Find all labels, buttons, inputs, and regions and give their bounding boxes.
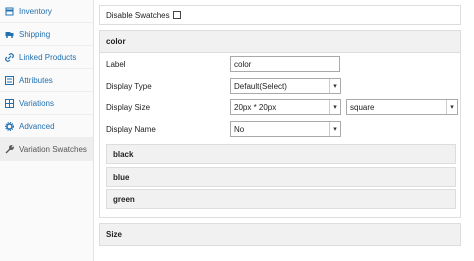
display-name-label: Display Name <box>106 124 156 134</box>
sidebar-item-label: Shipping <box>19 29 51 39</box>
display-size-label: Display Size <box>106 102 151 112</box>
attribute-panel-color: color Label color Display Type Default(S… <box>99 30 461 218</box>
display-shape-value: square <box>350 102 375 112</box>
sidebar-item-label: Attributes <box>19 75 53 85</box>
display-size-select[interactable]: 20px * 20px ▾ <box>230 99 341 115</box>
term-name: blue <box>113 172 130 182</box>
sidebar-item-label: Variation Swatches <box>19 144 87 154</box>
product-data-tabs: Inventory Shipping Linked Products Attri… <box>0 0 94 261</box>
term-name: black <box>113 149 134 159</box>
display-type-select[interactable]: Default(Select) ▾ <box>230 78 341 94</box>
list-icon <box>5 75 14 85</box>
sidebar-item-linked-products[interactable]: Linked Products <box>0 46 93 69</box>
attribute-panel-size[interactable]: Size <box>99 223 461 246</box>
disable-swatches-checkbox[interactable] <box>172 11 181 19</box>
disable-swatches-row: Disable Swatches <box>99 5 461 25</box>
sidebar-item-shipping[interactable]: Shipping <box>0 23 93 46</box>
link-icon <box>5 52 14 62</box>
inventory-icon <box>5 7 14 16</box>
sidebar-item-inventory[interactable]: Inventory <box>0 0 93 23</box>
display-type-value: Default(Select) <box>234 81 287 91</box>
display-size-value: 20px * 20px <box>234 102 277 112</box>
display-name-value: No <box>234 124 245 134</box>
sidebar-item-variations[interactable]: Variations <box>0 92 93 115</box>
label-field-label: Label <box>106 59 126 69</box>
attribute-name: Size <box>106 230 123 239</box>
gear-icon <box>5 121 14 131</box>
label-input[interactable]: color <box>230 56 340 72</box>
term-name: green <box>113 194 135 204</box>
sidebar-item-label: Advanced <box>19 121 55 131</box>
term-row-green[interactable]: green <box>106 189 456 209</box>
sidebar-item-label: Inventory <box>19 6 52 16</box>
attribute-header[interactable]: color <box>100 31 460 53</box>
display-shape-select[interactable]: square ▾ <box>346 99 458 115</box>
chevron-down-icon: ▾ <box>329 79 340 93</box>
swatches-panel: Disable Swatches color Label color Displ… <box>94 0 474 261</box>
sidebar-item-variation-swatches[interactable]: Variation Swatches <box>0 138 93 161</box>
attribute-name: color <box>106 37 126 46</box>
sidebar-item-attributes[interactable]: Attributes <box>0 69 93 92</box>
term-row-blue[interactable]: blue <box>106 167 456 187</box>
sidebar-item-advanced[interactable]: Advanced <box>0 115 93 138</box>
chevron-down-icon: ▾ <box>329 122 340 136</box>
wrench-icon <box>5 144 14 154</box>
chevron-down-icon: ▾ <box>446 100 457 114</box>
grid-icon <box>5 98 14 108</box>
truck-icon <box>5 30 14 39</box>
sidebar-item-label: Variations <box>19 98 54 108</box>
term-row-black[interactable]: black <box>106 144 456 164</box>
sidebar-item-label: Linked Products <box>19 52 77 62</box>
display-type-label: Display Type <box>106 81 152 91</box>
chevron-down-icon: ▾ <box>329 100 340 114</box>
disable-swatches-label: Disable Swatches <box>106 10 170 20</box>
display-name-select[interactable]: No ▾ <box>230 121 341 137</box>
